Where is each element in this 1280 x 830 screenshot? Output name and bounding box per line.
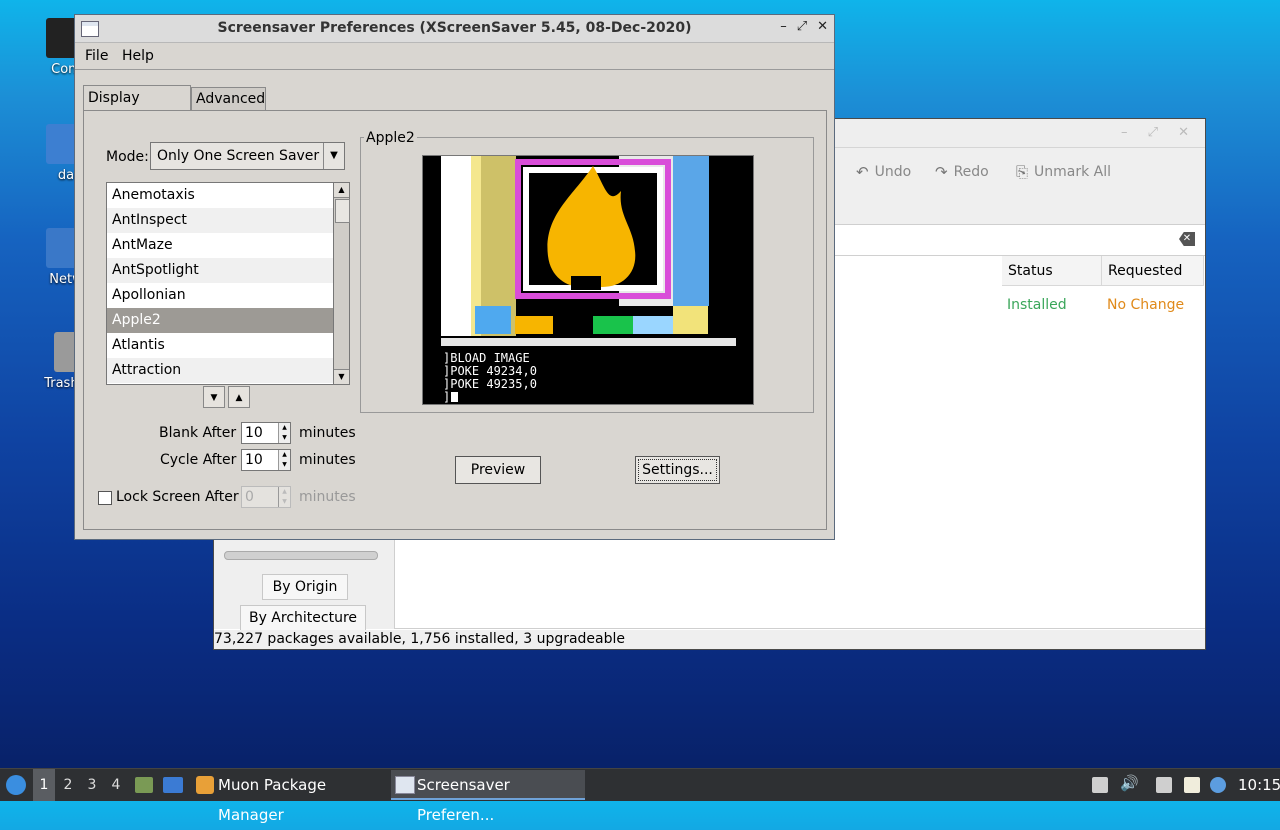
screensaver-icon: [395, 776, 415, 794]
screensaver-titlebar[interactable]: Screensaver Preferences (XScreenSaver 5.…: [75, 15, 834, 43]
undo-label: Undo: [874, 164, 912, 180]
workspace-2[interactable]: 2: [57, 769, 79, 801]
clipboard-icon[interactable]: [1184, 777, 1200, 793]
lock-after-spinner[interactable]: 0 ▲ ▼: [241, 486, 291, 508]
scroll-thumb[interactable]: [335, 199, 350, 223]
blank-after-value: 10: [245, 425, 263, 441]
screensaver-list[interactable]: Anemotaxis AntInspect AntMaze AntSpotlig…: [106, 182, 350, 385]
desktop-icon-label: da: [57, 168, 75, 183]
list-item[interactable]: AntMaze: [107, 233, 349, 258]
window-controls-icon[interactable]: – ⤢ ✕: [1121, 125, 1197, 140]
scroll-up-icon[interactable]: ▲: [334, 183, 349, 198]
list-item[interactable]: Atlantis: [107, 333, 349, 358]
undo-button[interactable]: ↶ Undo: [856, 163, 911, 181]
show-desktop-icon[interactable]: [163, 777, 183, 793]
tab-advanced[interactable]: Advanced: [191, 87, 266, 110]
maximize-icon[interactable]: ⤢: [797, 19, 807, 34]
mode-select[interactable]: Only One Screen Saver ▼: [150, 142, 345, 170]
update-notifier-icon[interactable]: [1210, 777, 1226, 793]
workspace-1[interactable]: 1: [33, 769, 55, 801]
apple2-preview-image: ]BLOAD IMAGE ]POKE 49234,0 ]POKE 49235,0…: [423, 156, 753, 404]
row-requested: No Change: [1107, 297, 1185, 313]
undo-icon: ↶: [856, 163, 869, 181]
blank-after-spinner[interactable]: 10 ▲ ▼: [241, 422, 291, 444]
tab-display-modes[interactable]: Display Modes: [83, 85, 191, 131]
preview-line: ]POKE 49235,0: [443, 377, 537, 391]
next-down-button[interactable]: ▼: [203, 386, 225, 408]
task-muon[interactable]: Muon Package Manager: [192, 770, 385, 824]
lock-after-value: 0: [245, 489, 254, 505]
cycle-after-spinner[interactable]: 10 ▲ ▼: [241, 449, 291, 471]
cycle-after-label: Cycle After: [160, 452, 237, 468]
muon-icon: [196, 776, 214, 794]
start-menu-button[interactable]: [6, 769, 28, 801]
minimize-icon[interactable]: –: [780, 19, 787, 34]
task-label: Muon Package Manager: [218, 776, 327, 824]
volume-icon[interactable]: 🔊: [1120, 774, 1139, 792]
taskbar: 1 2 3 4 Muon Package Manager Screensaver…: [0, 768, 1280, 824]
row-status: Installed: [1007, 297, 1067, 313]
redo-label: Redo: [953, 164, 989, 180]
spinner-arrows-icon[interactable]: ▲ ▼: [278, 450, 290, 470]
cycle-after-unit: minutes: [299, 452, 356, 468]
list-item-selected[interactable]: Apple2: [107, 308, 349, 333]
unmark-all-label: Unmark All: [1034, 164, 1112, 180]
workspace-3[interactable]: 3: [81, 769, 103, 801]
preview-button[interactable]: Preview: [455, 456, 541, 484]
by-origin-button[interactable]: By Origin: [262, 574, 348, 600]
column-header-requested[interactable]: Requested: [1102, 256, 1204, 286]
status-bar: 73,227 packages available, 1,756 install…: [214, 630, 1205, 649]
prev-up-button[interactable]: ▲: [228, 386, 250, 408]
scroll-down-icon[interactable]: ▼: [334, 369, 349, 384]
preview-line: ]BLOAD IMAGE: [443, 351, 530, 365]
list-item[interactable]: AntSpotlight: [107, 258, 349, 283]
tray-up-icon[interactable]: [1092, 777, 1108, 793]
spinner-arrows-icon: ▲ ▼: [278, 487, 290, 507]
lubuntu-logo-icon: [6, 775, 26, 795]
preview-line: ]POKE 49234,0: [443, 364, 537, 378]
clock[interactable]: 10:15: [1238, 769, 1280, 801]
redo-icon: ↷: [935, 163, 948, 181]
list-item[interactable]: Anemotaxis: [107, 183, 349, 208]
sidebar-scrollbar[interactable]: [224, 551, 378, 560]
workspace-4[interactable]: 4: [105, 769, 127, 801]
spinner-arrows-icon[interactable]: ▲ ▼: [278, 423, 290, 443]
mode-select-value: Only One Screen Saver: [157, 148, 320, 164]
preview-area: ]BLOAD IMAGE ]POKE 49234,0 ]POKE 49235,0…: [422, 155, 754, 405]
list-scrollbar[interactable]: ▲ ▼: [333, 182, 350, 385]
blank-after-label: Blank After: [159, 425, 237, 441]
package-details-pane: [394, 539, 1205, 629]
list-item[interactable]: Apollonian: [107, 283, 349, 308]
list-item[interactable]: AntInspect: [107, 208, 349, 233]
clear-search-icon[interactable]: ✕: [1179, 232, 1195, 246]
list-item[interactable]: Attraction: [107, 358, 349, 383]
lock-screen-checkbox[interactable]: [98, 491, 112, 505]
by-architecture-button[interactable]: By Architecture: [240, 605, 366, 631]
column-header-status[interactable]: Status: [1002, 256, 1102, 286]
screensaver-window: Screensaver Preferences (XScreenSaver 5.…: [74, 14, 835, 540]
cycle-after-value: 10: [245, 452, 263, 468]
menu-bar: File Help: [75, 43, 834, 70]
lock-after-unit: minutes: [299, 489, 356, 505]
file-manager-icon[interactable]: [135, 777, 153, 793]
unmark-icon: ⎘: [1016, 163, 1029, 181]
task-label: Screensaver Preferen...: [417, 776, 510, 824]
task-screensaver[interactable]: Screensaver Preferen...: [391, 770, 585, 824]
lock-screen-label: Lock Screen After: [116, 489, 239, 505]
preview-line: ]: [443, 390, 450, 404]
network-tray-icon[interactable]: [1156, 777, 1172, 793]
mode-label: Mode:: [106, 149, 149, 165]
menu-file[interactable]: File: [85, 48, 108, 64]
blank-after-unit: minutes: [299, 425, 356, 441]
redo-button[interactable]: ↷ Redo: [935, 163, 989, 181]
preview-title: Apple2: [364, 130, 417, 146]
chevron-down-icon: ▼: [323, 143, 344, 169]
menu-help[interactable]: Help: [122, 48, 154, 64]
close-icon[interactable]: ✕: [817, 19, 828, 34]
unmark-all-button[interactable]: ⎘ Unmark All: [1016, 163, 1111, 181]
window-title: Screensaver Preferences (XScreenSaver 5.…: [217, 20, 692, 36]
settings-button[interactable]: Settings...: [635, 456, 720, 484]
